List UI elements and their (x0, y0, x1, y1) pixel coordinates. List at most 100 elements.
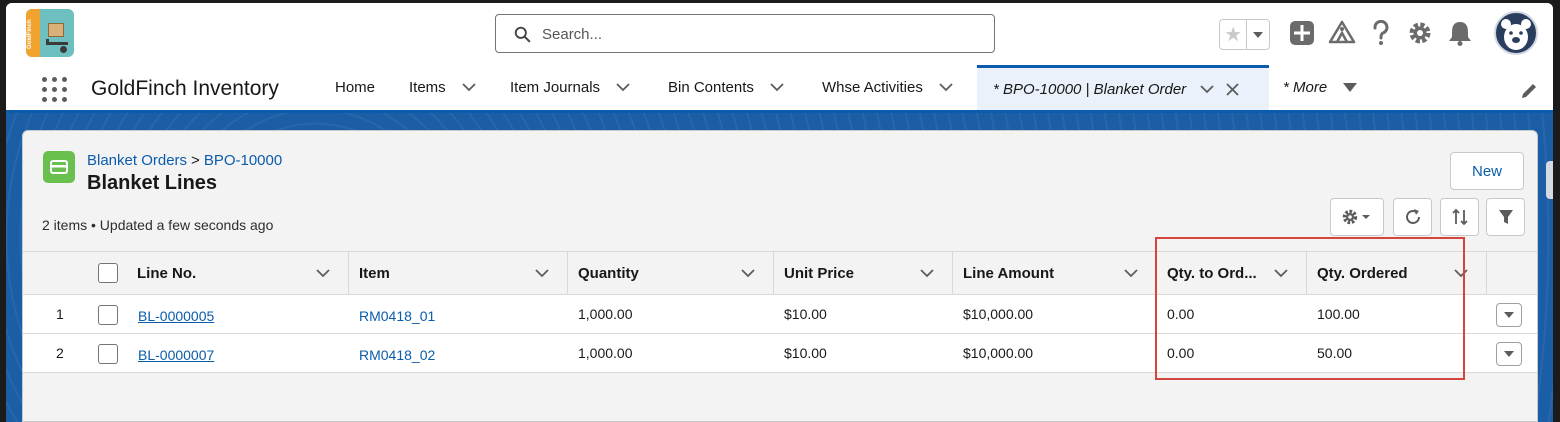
column-header-item[interactable]: Item (349, 252, 568, 294)
nav-item-label: Home (335, 79, 376, 96)
select-all-checkbox[interactable] (98, 263, 118, 283)
line-no-link[interactable]: BL-0000005 (138, 297, 214, 335)
star-icon[interactable]: ★ (1220, 20, 1248, 49)
row-checkbox[interactable] (98, 344, 118, 364)
caret-down-icon (1343, 83, 1358, 92)
favorites-dropdown[interactable] (1247, 20, 1269, 49)
plus-icon (1290, 21, 1314, 45)
nav-item-label: Item Journals (510, 79, 601, 96)
column-header-qty-to-order[interactable]: Qty. to Ord... (1157, 252, 1307, 294)
user-avatar[interactable] (1494, 11, 1538, 55)
caret-down-icon (1504, 312, 1514, 318)
column-label: Quantity (578, 264, 639, 282)
chevron-down-icon[interactable] (616, 83, 630, 92)
chevron-down-icon[interactable] (939, 83, 953, 92)
qty-ordered-cell: 50.00 (1317, 345, 1353, 361)
breadcrumb-separator: > (191, 152, 200, 169)
chevron-down-icon[interactable] (462, 83, 476, 92)
breadcrumb-blanket-orders[interactable]: Blanket Orders (87, 152, 187, 169)
column-label: Line Amount (963, 264, 1055, 282)
app-logo[interactable]: GoldFinch (26, 9, 74, 57)
table-header: Line No. Item Quantity Unit Price Line A… (23, 251, 1537, 295)
list-status-text: 2 items • Updated a few seconds ago (42, 217, 274, 233)
bell-icon (1449, 22, 1471, 46)
breadcrumb-bpo-10000[interactable]: BPO-10000 (204, 152, 282, 169)
setup-button[interactable] (1404, 17, 1436, 49)
line-amount-cell: $10,000.00 (963, 306, 1034, 322)
breadcrumb: Blanket Orders > BPO-10000 (87, 152, 282, 169)
unit-price-cell: $10.00 (784, 306, 827, 322)
row-actions-button[interactable] (1496, 303, 1522, 327)
bear-avatar-icon (1501, 19, 1531, 50)
row-number: 2 (56, 345, 64, 361)
favorites-control[interactable]: ★ (1219, 19, 1270, 50)
chevron-down-icon[interactable] (316, 268, 330, 278)
nav-item-whse-activities[interactable]: Whse Activities (822, 65, 953, 110)
notifications-button[interactable] (1444, 17, 1476, 49)
related-list-card: Blanket Orders > BPO-10000 Blanket Lines 2… (22, 130, 1538, 422)
global-actions-button[interactable] (1286, 17, 1318, 49)
chevron-down-icon[interactable] (920, 268, 934, 278)
item-link[interactable]: RM0418_01 (359, 297, 435, 335)
search-input[interactable] (542, 23, 982, 45)
trailhead-button[interactable] (1326, 17, 1358, 49)
chevron-down-icon[interactable] (1274, 268, 1288, 278)
column-header-qty-ordered[interactable]: Qty. Ordered (1307, 252, 1487, 294)
tab-bpo-10000[interactable]: * BPO-10000 | Blanket Order (977, 65, 1269, 110)
chevron-down-icon[interactable] (1454, 268, 1468, 278)
filter-button[interactable] (1486, 198, 1525, 236)
table-row[interactable]: 1 BL-0000005 RM0418_01 1,000.00 $10.00 $… (23, 295, 1537, 334)
gear-dropdown-icon (1342, 209, 1370, 225)
close-icon[interactable] (1226, 82, 1239, 96)
edit-nav-icon[interactable] (1520, 82, 1538, 100)
search-icon (514, 26, 531, 43)
new-button[interactable]: New (1450, 152, 1524, 190)
row-actions-button[interactable] (1496, 342, 1522, 366)
nav-item-bin-contents[interactable]: Bin Contents (668, 65, 784, 110)
chevron-down-icon[interactable] (741, 268, 755, 278)
line-no-link[interactable]: BL-0000007 (138, 336, 214, 374)
column-header-quantity[interactable]: Quantity (568, 252, 774, 294)
utility-panel-toggle[interactable] (1546, 161, 1553, 199)
caret-down-icon (1253, 31, 1264, 38)
qty-ordered-cell: 100.00 (1317, 306, 1360, 322)
nav-item-label: Bin Contents (668, 79, 754, 96)
nav-item-more[interactable]: * More (1283, 65, 1358, 110)
item-link[interactable]: RM0418_02 (359, 336, 435, 374)
chevron-down-icon[interactable] (1124, 268, 1138, 278)
table-row[interactable]: 2 BL-0000007 RM0418_02 1,000.00 $10.00 $… (23, 334, 1537, 373)
sort-button[interactable] (1440, 198, 1479, 236)
chevron-down-icon[interactable] (770, 83, 784, 92)
chevron-down-icon[interactable] (1200, 84, 1214, 94)
row-number: 1 (56, 306, 64, 322)
chevron-down-icon[interactable] (535, 268, 549, 278)
gear-icon (1409, 22, 1431, 44)
logo-text: GoldFinch (27, 19, 33, 49)
unit-price-cell: $10.00 (784, 345, 827, 361)
column-label: Qty. to Ord... (1167, 264, 1257, 282)
nav-item-home[interactable]: Home (335, 65, 375, 110)
browser-frame: GoldFinch ★ (6, 3, 1553, 422)
column-label: Qty. Ordered (1317, 264, 1408, 282)
sort-icon (1451, 208, 1468, 226)
list-settings-button[interactable] (1330, 198, 1384, 236)
column-header-unit-price[interactable]: Unit Price (774, 252, 953, 294)
help-button[interactable] (1365, 17, 1397, 49)
column-header-line-no[interactable]: Line No. (127, 252, 349, 294)
trailhead-icon (1328, 20, 1356, 44)
refresh-icon (1405, 209, 1420, 224)
column-label: Item (359, 264, 390, 282)
nav-item-items[interactable]: Items (409, 65, 476, 110)
nav-item-item-journals[interactable]: Item Journals (510, 65, 630, 110)
global-header: GoldFinch ★ (6, 3, 1553, 65)
app-name: GoldFinch Inventory (91, 77, 279, 100)
column-header-line-amount[interactable]: Line Amount (953, 252, 1157, 294)
row-checkbox[interactable] (98, 305, 118, 325)
filter-icon (1498, 210, 1513, 224)
quantity-cell: 1,000.00 (578, 306, 633, 322)
qty-to-order-cell: 0.00 (1167, 306, 1195, 322)
app-launcher-icon[interactable] (42, 77, 68, 103)
refresh-button[interactable] (1393, 198, 1432, 236)
help-icon (1373, 20, 1389, 45)
global-search[interactable] (495, 14, 995, 53)
